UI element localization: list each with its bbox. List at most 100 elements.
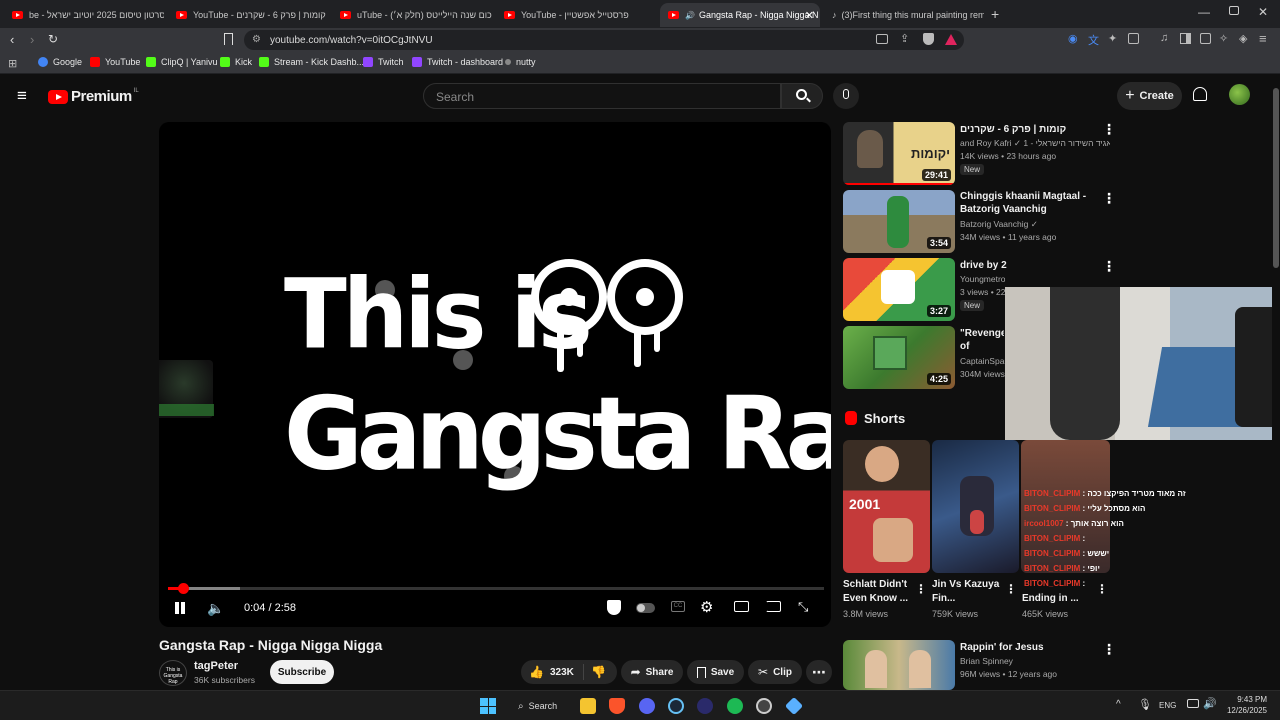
sidebar-icon[interactable] [1180, 33, 1191, 44]
recommendation-channel[interactable]: Youngmetrooo705 [960, 273, 1005, 286]
tab-2[interactable]: YouTube - קומות | פרק 6 - שקרנים [168, 3, 328, 27]
save-button[interactable]: Save [687, 660, 744, 684]
progress-track[interactable] [168, 583, 824, 594]
recommendation-thumbnail[interactable] [843, 640, 955, 690]
hamburger-menu-icon[interactable]: ≡ [17, 86, 27, 106]
app-icon[interactable] [784, 696, 804, 716]
more-actions-button[interactable]: ⋯ [806, 660, 832, 684]
recommendation-title[interactable]: "Revenge" of Usher's [960, 327, 1004, 353]
obs-icon[interactable] [756, 698, 772, 714]
taskbar-search[interactable]: ⌕ Search [510, 696, 566, 716]
tab-6[interactable]: ♪ (3)First thing this mural painting rem [824, 3, 984, 27]
close-tab-icon[interactable]: ✕ [805, 9, 814, 22]
kebab-menu-icon[interactable]: ⋮ [1102, 642, 1116, 656]
bookmark-item[interactable]: Google [38, 57, 82, 67]
short-thumbnail[interactable] [932, 440, 1019, 573]
short-thumbnail[interactable]: 2001 [843, 440, 930, 573]
search-button[interactable] [781, 83, 823, 109]
vpn-icon[interactable]: ◈ [1239, 32, 1247, 45]
extensions-puzzle-icon[interactable]: ✦ [1108, 32, 1117, 45]
notifications-bell-icon[interactable] [1193, 87, 1207, 101]
channel-name[interactable]: tagPeter [194, 660, 238, 672]
search-input[interactable]: Search [423, 83, 781, 109]
recommendation-thumbnail[interactable]: 3:27 [843, 258, 955, 321]
short-title[interactable]: Schlatt Didn't Even Know ... [843, 578, 918, 606]
short-title[interactable]: Jin Vs Kazuya Fin... [932, 578, 1004, 606]
spotify-icon[interactable] [727, 698, 743, 714]
tab-search-icon[interactable] [1128, 33, 1139, 44]
extension-icon[interactable]: ◉ [1068, 32, 1078, 45]
wallet-icon[interactable] [1200, 33, 1211, 44]
recommendation-title[interactable]: drive by 2 [960, 259, 1100, 272]
menu-icon[interactable]: ≡ [1259, 31, 1267, 46]
network-icon[interactable] [1187, 699, 1199, 708]
recommendation-title[interactable]: Chinggis khaanii Magtaal - Batzorig Vaan… [960, 190, 1100, 216]
pause-icon[interactable] [175, 602, 179, 614]
brave-browser-icon[interactable] [609, 698, 625, 714]
autoplay-toggle[interactable] [636, 603, 655, 613]
clip-button[interactable]: ✂ Clip [748, 660, 802, 684]
bookmark-item[interactable]: ClipQ | Yanivu [146, 57, 218, 67]
thumbs-down-icon[interactable]: 👎 [591, 665, 606, 679]
youtube-premium-logo[interactable]: Premium IL [48, 88, 139, 105]
bookmark-item[interactable]: Stream - Kick Dashb... [259, 57, 364, 67]
recommendation-channel[interactable]: Batzorig Vaanchig ✓ [960, 218, 1110, 231]
bookmark-item[interactable]: Kick [220, 57, 252, 67]
subscribe-button[interactable]: Subscribe [270, 660, 334, 684]
taskbar-clock[interactable]: 9:43 PM 12/26/2025 [1225, 694, 1267, 716]
maximize-button[interactable] [1229, 6, 1239, 15]
kebab-menu-icon[interactable]: ⋮ [1096, 582, 1108, 596]
bookmark-item[interactable]: Twitch - dashboard [412, 57, 503, 67]
brave-shield-icon[interactable] [923, 33, 934, 45]
discord-icon[interactable] [639, 698, 655, 714]
apps-grid-icon[interactable]: ⊞ [8, 57, 17, 70]
tab-active[interactable]: 🔊 Gangsta Rap - Nigga Nigga N ✕ [660, 3, 820, 27]
url-bar[interactable]: ⚙ youtube.com/watch?v=0itOCgJtNVU [244, 30, 964, 50]
minimize-button[interactable]: — [1198, 5, 1210, 19]
recommendation-channel[interactable]: and Roy Kafri ✓ התאגיד השידור הישראלי - … [960, 137, 1110, 150]
miniplayer-icon[interactable] [734, 601, 749, 612]
brave-rewards-icon[interactable] [945, 34, 957, 45]
microphone-icon[interactable]: 🎙 [1138, 698, 1152, 711]
app-icon[interactable] [697, 698, 713, 714]
settings-gear-icon[interactable]: ⚙ [700, 598, 713, 616]
bookmark-icon[interactable] [224, 33, 233, 45]
bookmark-item[interactable]: YouTube [90, 57, 140, 67]
share-page-icon[interactable]: ⇪ [900, 32, 909, 45]
kebab-menu-icon[interactable]: ⋮ [1102, 259, 1116, 273]
windows-start-icon[interactable] [480, 698, 496, 714]
tab-1[interactable]: be - סרטון טיסום 2025 יוטיוב ישראל [4, 3, 164, 27]
share-button[interactable]: ➦ Share [621, 660, 683, 684]
chevron-up-icon[interactable]: ^ [1116, 699, 1121, 710]
tab-3[interactable]: uTube - סיכום שנה היילייטס (חלק א׳) [332, 3, 492, 27]
recommendation-channel[interactable]: Brian Spinney [960, 655, 1110, 668]
captions-icon[interactable]: CC [671, 601, 685, 612]
sponsor-shield-icon[interactable] [607, 600, 621, 615]
kebab-menu-icon[interactable]: ⋮ [915, 582, 927, 596]
recommendation-channel[interactable]: CaptainSpar [960, 355, 1005, 368]
kebab-menu-icon[interactable]: ⋮ [1102, 122, 1116, 136]
recommendation-thumbnail[interactable]: 4:25 [843, 326, 955, 389]
translate-icon[interactable]: 文 [1088, 32, 1099, 48]
cast-icon[interactable] [766, 601, 781, 612]
bookmark-item[interactable]: nutty [505, 57, 536, 67]
fullscreen-icon[interactable]: ⤡ [798, 599, 808, 615]
speaker-icon[interactable]: 🔊 [1203, 697, 1217, 710]
avatar[interactable] [1229, 84, 1250, 105]
kebab-menu-icon[interactable]: ⋮ [1102, 191, 1116, 205]
tab-4[interactable]: YouTube - פרסטייל אפשטיין [496, 3, 656, 27]
kebab-menu-icon[interactable]: ⋮ [1005, 582, 1017, 596]
close-window-button[interactable]: ✕ [1258, 5, 1268, 19]
scrollbar[interactable] [1272, 78, 1280, 690]
like-count[interactable]: 323K [550, 667, 574, 678]
voice-search-button[interactable] [833, 83, 859, 109]
thumbs-up-icon[interactable]: 👍 [529, 665, 544, 679]
forward-icon[interactable]: › [30, 32, 34, 47]
bookmark-item[interactable]: Twitch [363, 57, 404, 67]
channel-avatar[interactable]: This is Gangsta Rap [159, 660, 187, 686]
recommendation-thumbnail[interactable]: יקומות 29:41 [843, 122, 955, 185]
scrubber-handle[interactable] [178, 583, 189, 594]
site-info-icon[interactable]: ⚙ [252, 34, 261, 45]
recommendation-title[interactable]: קומות | פרק 6 - שקרנים [960, 123, 1100, 136]
new-tab-button[interactable]: + [991, 6, 999, 22]
